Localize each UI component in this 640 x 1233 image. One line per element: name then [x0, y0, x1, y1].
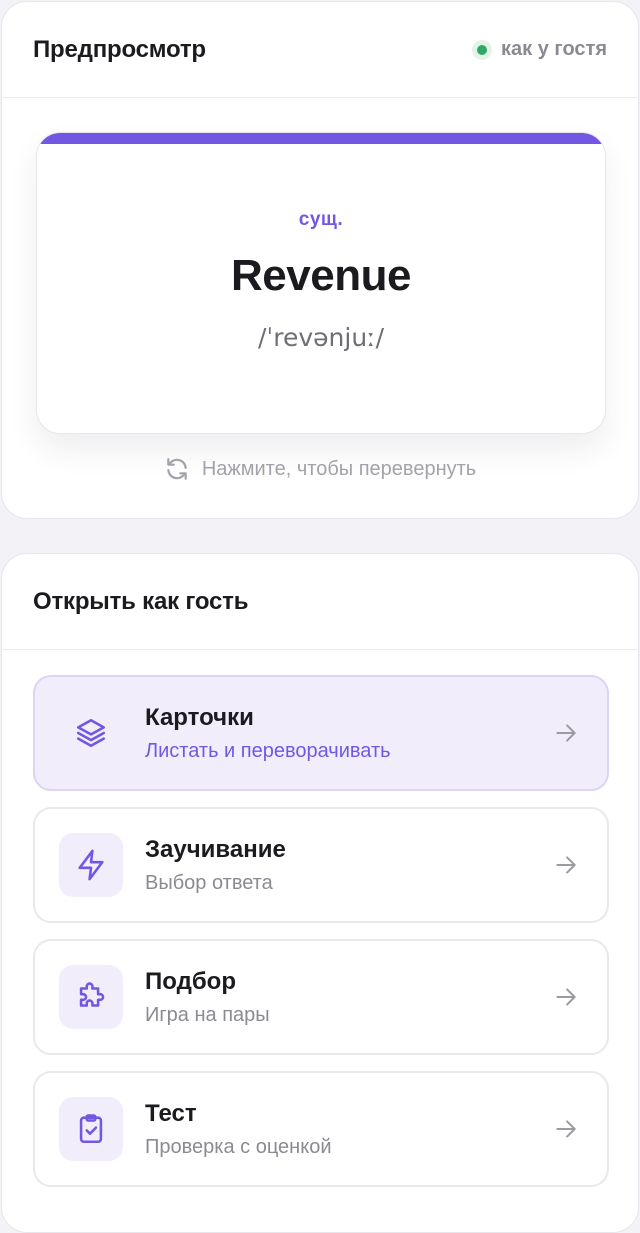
layers-icon: [59, 701, 123, 765]
arrow-right-icon: [556, 988, 576, 1006]
guest-badge-label: как у гостя: [501, 38, 607, 60]
mode-name: Подбор: [145, 967, 236, 995]
mode-text: Заучивание Выбор ответа: [145, 836, 607, 895]
flashcard-accent-bar: [37, 133, 605, 144]
clipboard-check-icon: [59, 1097, 123, 1161]
refresh-icon: [167, 458, 187, 480]
arrow-right-icon: [556, 856, 576, 874]
mode-name: Тест: [145, 1099, 197, 1127]
online-status-icon: [472, 39, 492, 60]
preview-panel: Предпросмотр как у гостя сущ. Revenue /ˈ…: [1, 1, 639, 519]
card-transcription: /ˈrevənjuː/: [257, 323, 385, 352]
flip-hint-label: Нажмите, чтобы перевернуть: [201, 457, 477, 480]
mode-text: Подбор Игра на пары: [145, 968, 607, 1027]
guest-header: Открыть как гость: [2, 554, 638, 650]
mode-test[interactable]: Тест Проверка с оценкой: [33, 1071, 609, 1187]
mode-list: Карточки Листать и переворачивать Заучив…: [33, 675, 609, 1203]
lightning-icon: [59, 833, 123, 897]
arrow-right-icon: [556, 724, 576, 742]
mode-name: Заучивание: [145, 835, 286, 863]
guest-mode-badge: как у гостя: [472, 38, 607, 61]
arrow-right-icon: [556, 1120, 576, 1138]
mode-match[interactable]: Подбор Игра на пары: [33, 939, 609, 1055]
mode-text: Тест Проверка с оценкой: [145, 1100, 607, 1159]
mode-flashcards[interactable]: Карточки Листать и переворачивать: [33, 675, 609, 791]
mode-description: Игра на пары: [145, 1003, 270, 1026]
preview-title: Предпросмотр: [33, 35, 206, 63]
mode-description: Выбор ответа: [145, 871, 273, 894]
part-of-speech: сущ.: [298, 209, 344, 230]
guest-title: Открыть как гость: [33, 587, 249, 615]
preview-header: Предпросмотр как у гостя: [2, 2, 638, 98]
flip-hint[interactable]: Нажмите, чтобы перевернуть: [2, 456, 638, 482]
mode-name: Карточки: [145, 703, 254, 731]
mode-learn[interactable]: Заучивание Выбор ответа: [33, 807, 609, 923]
mode-description: Проверка с оценкой: [145, 1135, 332, 1158]
flashcard[interactable]: сущ. Revenue /ˈrevənjuː/: [36, 132, 606, 434]
guest-panel: Открыть как гость Карточки Листать и пер…: [1, 553, 639, 1233]
puzzle-icon: [59, 965, 123, 1029]
mode-description: Листать и переворачивать: [145, 739, 391, 762]
card-word: Revenue: [231, 251, 411, 300]
mode-text: Карточки Листать и переворачивать: [145, 704, 607, 763]
